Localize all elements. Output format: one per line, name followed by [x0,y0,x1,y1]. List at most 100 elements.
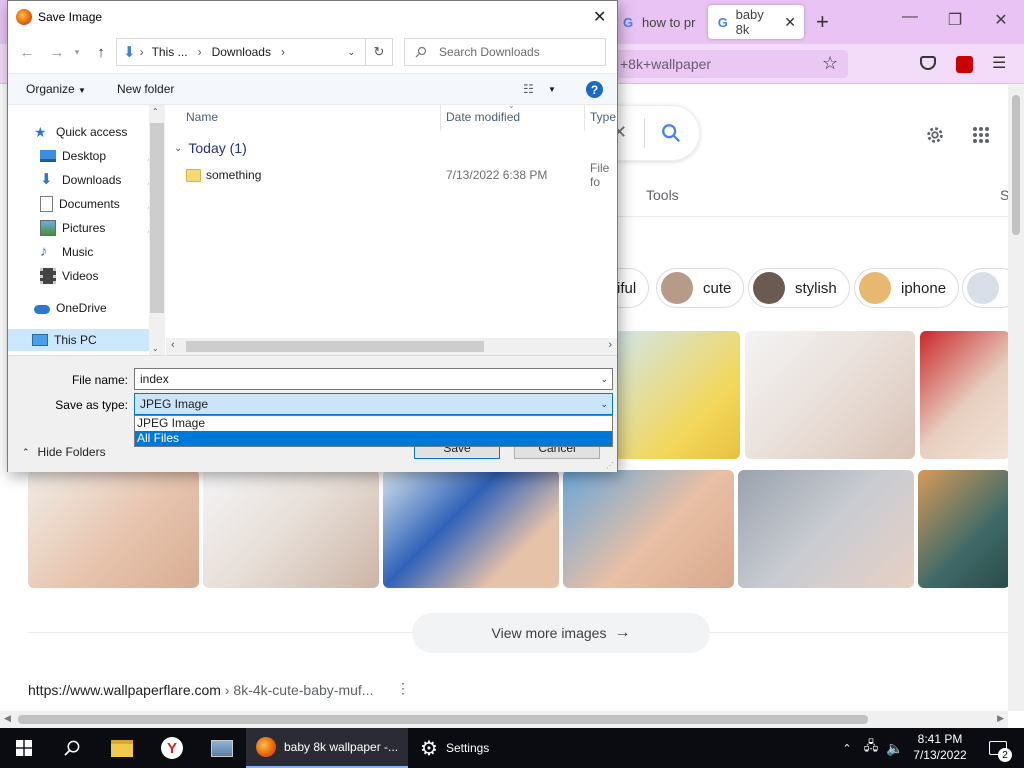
taskbar-search-button[interactable] [48,728,96,768]
nav-pictures[interactable]: Pictures 📌 [40,217,159,239]
nav-documents[interactable]: Documents 📌 [40,193,159,215]
chevron-down-icon[interactable]: ⌄ [600,399,608,410]
nav-quick-access[interactable]: ★ Quick access [34,121,149,143]
scroll-left-icon[interactable]: ‹ [171,339,175,351]
chevron-down-icon[interactable]: ⌄ [347,47,355,58]
show-hidden-icons-chevron-icon[interactable]: ⌃ [838,728,856,768]
safesearch-tab[interactable]: S [1000,187,1008,203]
nav-videos[interactable]: Videos [40,265,155,287]
image-result[interactable] [738,470,914,588]
option-jpeg-image[interactable]: JPEG Image [135,416,612,431]
image-result[interactable] [745,331,915,459]
tools-tab[interactable]: Tools [646,187,679,203]
scroll-right-icon[interactable]: › [608,339,612,351]
nav-desktop[interactable]: Desktop 📌 [40,145,159,167]
scroll-up-icon[interactable]: ⌃ [152,107,159,116]
view-more-images-button[interactable]: View more images → [412,613,710,653]
breadcrumb-this-pc[interactable]: This ... [152,45,188,59]
result-cite[interactable]: https://www.wallpaperflare.com › 8k-4k-c… [28,682,373,698]
group-header-today[interactable]: ⌄ Today (1) [174,140,247,156]
new-folder-button[interactable]: New folder [117,82,174,96]
image-result[interactable] [28,470,199,588]
close-dialog-icon[interactable]: ✕ [593,7,606,27]
photos-app-button[interactable] [198,728,246,768]
image-result[interactable] [383,470,559,588]
column-header-date-modified[interactable]: Date modified [446,110,520,124]
column-header-type[interactable]: Type [590,110,616,124]
save-as-type-select[interactable]: JPEG Image ⌄ [134,393,613,415]
file-explorer-button[interactable] [98,728,146,768]
scroll-left-icon[interactable]: ◀ [4,713,11,724]
chip-cute[interactable]: cute [656,268,745,308]
nav-music[interactable]: ♪ Music [40,241,155,263]
chip-stylish[interactable]: stylish [748,268,850,308]
option-all-files[interactable]: All Files [135,431,612,446]
help-icon[interactable]: ? [586,81,603,98]
nav-this-pc[interactable]: This PC [8,329,149,351]
network-icon[interactable]: 🖧 [860,728,882,768]
volume-icon[interactable]: 🔈 [884,728,906,768]
scrollbar-thumb[interactable] [150,123,164,313]
up-arrow-icon[interactable]: ↑ [90,41,112,63]
scrollbar-thumb[interactable] [18,715,868,724]
recent-locations-chevron-icon[interactable]: ▾ [66,41,88,63]
hide-folders-toggle[interactable]: ⌃ Hide Folders [22,445,106,459]
close-tab-icon[interactable]: ✕ [784,14,796,31]
image-result[interactable] [918,470,1008,588]
browser-tab-how-to[interactable]: G how to pr [612,5,704,39]
taskbar-firefox-window[interactable]: baby 8k wallpaper -... [246,728,408,768]
start-button[interactable] [0,728,48,768]
organize-button[interactable]: Organize ▼ [26,82,86,96]
url-bar[interactable]: +8k+wallpaper [612,50,848,78]
pocket-icon[interactable] [920,56,936,70]
nav-pane-scrollbar[interactable]: ⌃ ⌄ [149,105,165,355]
menu-icon[interactable]: ☰ [992,53,1006,73]
view-options-chevron-icon[interactable]: ▼ [548,85,556,94]
search-field[interactable]: Search Downloads [404,38,606,66]
maximize-icon[interactable]: ❐ [940,10,970,30]
new-tab-icon[interactable]: + [816,9,829,35]
image-result[interactable] [600,331,740,459]
nav-downloads[interactable]: ⬇ Downloads 📌 [40,169,159,191]
scrollbar-thumb[interactable] [186,341,484,352]
scroll-right-icon[interactable]: ▶ [997,713,1004,724]
column-separator[interactable] [440,105,441,131]
file-name-input[interactable]: index ⌄ [134,368,613,390]
minimize-icon[interactable]: — [895,8,925,26]
image-result[interactable] [920,331,1008,459]
browser-tab-baby-8k[interactable]: G baby 8k ✕ [708,5,804,39]
youtube-extension-icon[interactable] [956,56,973,73]
chevron-down-icon[interactable]: ⌄ [600,374,608,385]
resize-grip-icon[interactable]: ⋰ [606,461,614,470]
back-arrow-icon[interactable]: ← [16,41,38,63]
close-window-icon[interactable]: ✕ [986,10,1016,30]
chip-more[interactable] [962,268,1008,308]
taskbar-settings-window[interactable]: ⚙ Settings [410,728,510,768]
change-view-icon[interactable]: ☷ [523,82,534,96]
page-horizontal-scrollbar[interactable]: ◀ ▶ [0,711,1008,728]
settings-gear-icon[interactable] [924,124,946,146]
column-separator[interactable] [584,105,585,131]
more-options-icon[interactable]: ⋮ [396,680,410,697]
breadcrumb-downloads[interactable]: Downloads [212,45,271,59]
file-row[interactable]: something 7/13/2022 6:38 PM File fo [186,161,617,189]
forward-arrow-icon[interactable]: → [46,41,68,63]
chip-iphone[interactable]: iphone [854,268,960,308]
file-list-horizontal-scrollbar[interactable]: ‹ › [166,338,617,355]
image-result[interactable] [563,470,734,588]
page-vertical-scrollbar[interactable] [1008,85,1024,711]
column-header-name[interactable]: Name [186,110,218,124]
clock[interactable]: 8:41 PM 7/13/2022 [910,731,970,763]
address-bar[interactable]: ⬇ › This ... › Downloads › ⌄ [116,38,366,66]
yandex-browser-button[interactable]: Y [148,728,196,768]
scrollbar-thumb[interactable] [1012,95,1020,235]
dialog-title-bar[interactable]: Save Image ✕ [8,1,617,33]
search-icon[interactable] [660,122,682,144]
nav-onedrive[interactable]: OneDrive [34,297,149,319]
image-result[interactable] [203,470,379,588]
bookmark-star-icon[interactable]: ☆ [822,53,838,74]
apps-grid-icon[interactable] [972,126,990,144]
notifications-button[interactable]: 2 [980,728,1016,768]
refresh-button[interactable]: ↻ [365,38,393,66]
scroll-down-icon[interactable]: ⌄ [152,344,159,353]
